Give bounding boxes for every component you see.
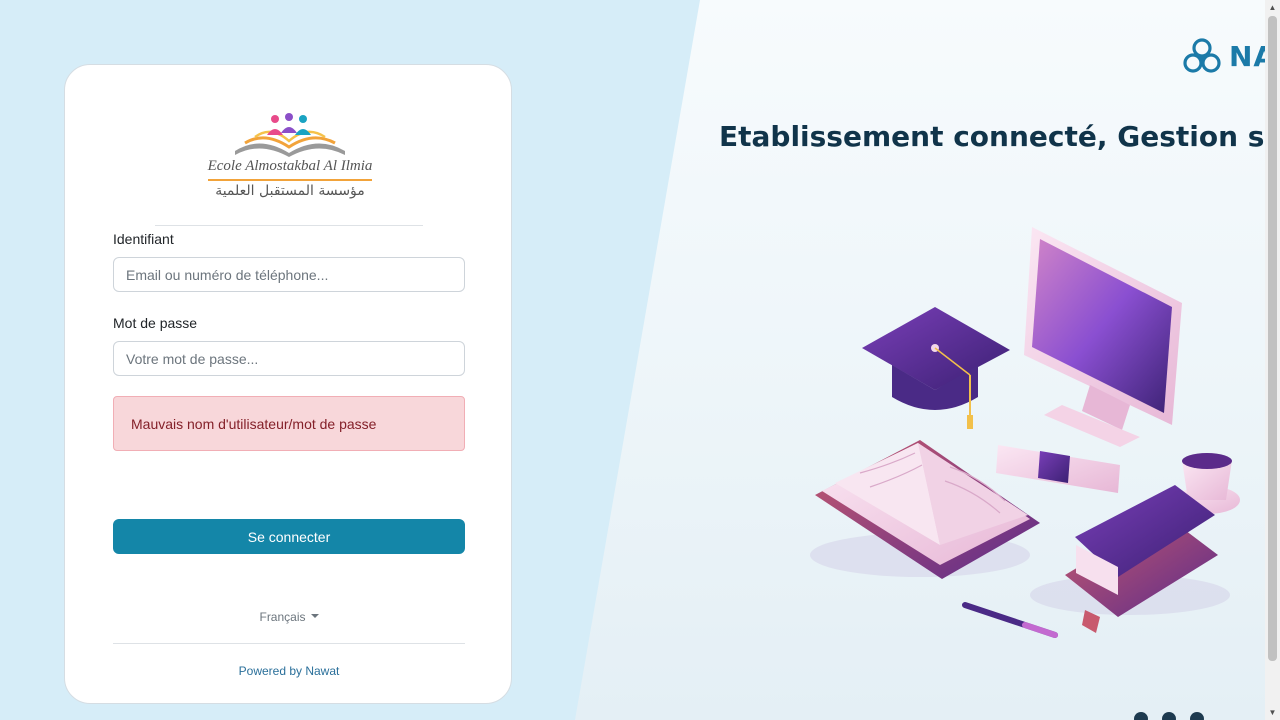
password-label: Mot de passe <box>113 315 198 331</box>
password-input[interactable] <box>113 341 465 376</box>
login-button[interactable]: Se connecter <box>113 519 465 554</box>
scrollbar-thumb[interactable] <box>1268 16 1277 661</box>
education-illustration <box>810 227 1240 638</box>
hero-tagline: Etablissement connecté, Gestion simp <box>719 120 1265 153</box>
carousel-dot[interactable] <box>1162 712 1176 720</box>
nawat-logo-icon <box>1183 38 1221 73</box>
chevron-down-icon[interactable] <box>310 614 319 618</box>
scroll-up-arrow-icon[interactable]: ▲ <box>1265 0 1280 15</box>
login-card: Ecole Almostakbal Al Ilmia مؤسسة المستقب… <box>64 64 512 704</box>
school-name-arabic: مؤسسة المستقبل العلمية <box>215 183 365 199</box>
powered-by-link[interactable]: Powered by Nawat <box>65 664 513 678</box>
open-book-people-logo-icon <box>235 113 345 157</box>
brand-logo: NA <box>1181 36 1276 76</box>
logo-divider <box>208 179 372 181</box>
language-label[interactable]: Français <box>259 610 305 624</box>
footer-divider <box>113 643 465 644</box>
username-label: Identifiant <box>113 231 174 247</box>
carousel-dot[interactable] <box>1134 712 1148 720</box>
username-input[interactable] <box>113 257 465 292</box>
language-selector[interactable]: Français <box>65 610 513 624</box>
carousel-dots <box>1134 712 1204 720</box>
header-divider <box>155 225 423 226</box>
error-message: Mauvais nom d'utilisateur/mot de passe <box>131 415 377 432</box>
carousel-dot[interactable] <box>1190 712 1204 720</box>
school-logo: Ecole Almostakbal Al Ilmia مؤسسة المستقب… <box>205 113 375 205</box>
scroll-down-arrow-icon[interactable]: ▼ <box>1265 705 1280 720</box>
school-name-latin: Ecole Almostakbal Al Ilmia <box>207 158 373 174</box>
vertical-scrollbar[interactable]: ▲ ▼ <box>1265 0 1280 720</box>
login-error-alert: Mauvais nom d'utilisateur/mot de passe <box>113 396 465 451</box>
